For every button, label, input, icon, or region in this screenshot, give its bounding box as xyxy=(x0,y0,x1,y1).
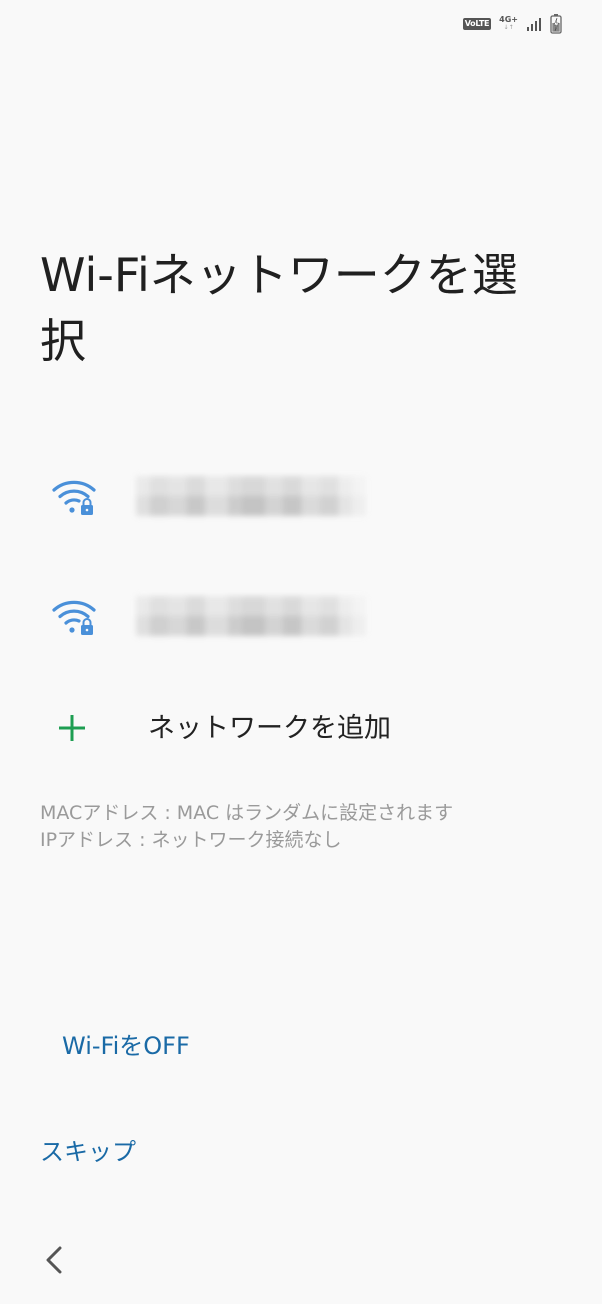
plus-icon xyxy=(59,715,85,741)
volte-icon: VoLTE xyxy=(462,18,492,30)
wifi-locked-icon xyxy=(52,480,96,515)
network-item[interactable] xyxy=(0,440,602,550)
address-info: MACアドレス : MAC はランダムに設定されます IPアドレス : ネットワ… xyxy=(40,800,453,854)
add-network-button[interactable]: ネットワークを追加 xyxy=(0,694,602,766)
skip-button[interactable]: スキップ xyxy=(40,1136,136,1168)
network-name-redacted xyxy=(136,596,366,636)
ip-address-text: IPアドレス : ネットワーク接続なし xyxy=(40,829,342,851)
signal-icon xyxy=(527,18,541,31)
mac-address-text: MACアドレス : MAC はランダムに設定されます xyxy=(40,802,454,824)
network-arrows: ↓↑ xyxy=(503,24,514,31)
network-item[interactable] xyxy=(0,560,602,670)
add-network-label: ネットワークを追加 xyxy=(148,713,391,744)
status-bar: VoLTE 4G+ ↓↑ xyxy=(462,12,562,36)
network-type-icon: 4G+ ↓↑ xyxy=(499,16,518,32)
page-title: Wi-Fiネットワークを選択 xyxy=(40,248,518,368)
wifi-locked-icon xyxy=(52,600,96,635)
battery-charging-icon xyxy=(550,14,562,34)
network-name-redacted xyxy=(136,476,366,516)
network-type-label: 4G+ xyxy=(499,15,518,24)
back-chevron-icon[interactable] xyxy=(36,1240,72,1280)
wifi-off-button[interactable]: Wi-FiをOFF xyxy=(62,1030,190,1062)
